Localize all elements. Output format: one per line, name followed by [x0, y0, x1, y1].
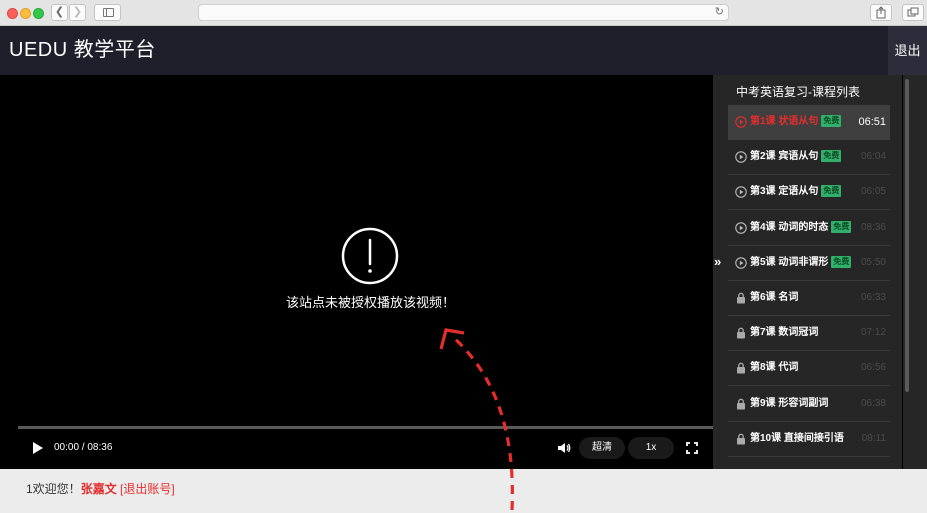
lesson-title: 第3课 定语从句 免费	[750, 185, 842, 198]
zoom-window-button[interactable]	[33, 8, 44, 19]
lesson-item[interactable]: 第1课 状语从句 免费 06:51	[728, 105, 890, 140]
lesson-title: 第10课 直接间接引语	[750, 432, 844, 444]
welcome-text: 1欢迎您！	[26, 482, 81, 496]
show-tabs-button[interactable]	[902, 4, 924, 21]
site-header: UEDU 教学平台 退出	[0, 26, 927, 75]
share-icon	[876, 6, 886, 19]
lesson-item[interactable]: 第2课 宾语从句 免费 06:04	[728, 140, 890, 176]
username: 张嘉文	[80, 482, 117, 496]
exclamation-circle-icon	[341, 227, 399, 285]
reload-icon[interactable]: ↻	[715, 5, 724, 20]
course-playlist: 中考英语复习-课程列表 第1课 状语从句 免费 06:51 第2课 宾语从句 免费 06:…	[728, 75, 902, 469]
sidebar-toggle-button[interactable]	[94, 4, 121, 21]
lock-icon	[737, 398, 745, 410]
double-chevron-right-icon: »	[714, 254, 722, 269]
lesson-item[interactable]: 第3课 定语从句 免费 06:05	[728, 175, 890, 211]
lesson-title: 第2课 宾语从句 免费	[750, 150, 842, 163]
scrollbar-thumb[interactable]	[905, 79, 909, 392]
lesson-title: 第1课 状语从句 免费	[750, 115, 842, 127]
lock-icon	[737, 363, 745, 374]
lesson-duration: 05:50	[860, 256, 886, 268]
lesson-duration: 06:56	[860, 362, 886, 374]
minimize-window-button[interactable]	[20, 8, 31, 19]
chevron-right-icon: ❯	[72, 6, 83, 18]
play-circle-icon	[735, 116, 747, 128]
lesson-item[interactable]: 第7课 数词冠词 07:12	[728, 316, 890, 352]
play-circle-icon	[735, 186, 747, 199]
forward-button[interactable]: ❯	[69, 4, 86, 21]
lesson-duration: 08:11	[861, 432, 886, 444]
free-badge: 免费	[821, 185, 842, 198]
lesson-item[interactable]: 第10课 直接间接引语 08:11	[728, 422, 890, 457]
logout-button[interactable]: 退出	[888, 26, 927, 75]
player-controls: 00:00 / 08:36 超清 1x	[18, 429, 713, 469]
lesson-item[interactable]: 第6课 名词 06:33	[728, 281, 890, 316]
browser-toolbar: ❮ ❯ ↻	[0, 0, 927, 26]
lesson-title: 第4课 动词的时态 免费	[750, 220, 852, 233]
lesson-item[interactable]: 第9课 形容词副词 06:38	[728, 387, 890, 422]
player-stage: 该站点未被授权播放该视频！ 00:00 / 08:36 超清 1x » 中考英语…	[0, 75, 927, 469]
lesson-item[interactable]: 第4课 动词的时态 免费 08:36	[728, 211, 890, 246]
lesson-item[interactable]: 第5课 动词非谓形 免费 05:50	[728, 246, 890, 281]
address-bar[interactable]: ↻	[198, 4, 729, 21]
speed-button[interactable]: 1x	[628, 437, 674, 459]
lesson-title: 第6课 名词	[750, 292, 799, 303]
welcome-bar: 1欢迎您！张嘉文 [退出账号]	[26, 481, 175, 497]
lock-icon	[737, 433, 745, 445]
play-circle-icon	[735, 151, 747, 163]
lesson-duration: 08:36	[860, 221, 886, 233]
playlist-title: 中考英语复习-课程列表	[736, 85, 860, 99]
free-badge: 免费	[821, 150, 842, 163]
play-circle-icon	[735, 257, 747, 269]
lock-icon	[737, 327, 745, 339]
fullscreen-icon[interactable]	[686, 442, 698, 454]
free-badge: 免费	[831, 255, 852, 268]
lesson-duration: 06:04	[860, 151, 886, 163]
lock-icon	[737, 292, 745, 304]
free-badge: 免费	[821, 115, 842, 127]
lesson-duration: 07:12	[860, 327, 886, 339]
volume-icon[interactable]	[557, 441, 571, 455]
sidebar-icon	[103, 8, 114, 17]
lesson-duration: 06:33	[860, 292, 886, 303]
tabs-icon	[907, 7, 919, 17]
back-button[interactable]: ❮	[51, 4, 68, 21]
playlist-collapse-button[interactable]: »	[713, 75, 728, 469]
playlist-scrollbar[interactable]	[903, 75, 927, 469]
time-display: 00:00 / 08:36	[54, 442, 113, 453]
close-window-button[interactable]	[7, 8, 18, 19]
chevron-left-icon: ❮	[54, 6, 65, 18]
lesson-title: 第8课 代词	[750, 362, 799, 374]
lesson-duration: 06:51	[858, 116, 886, 128]
lesson-title: 第9课 形容词副词	[750, 397, 829, 409]
lesson-duration: 06:05	[860, 186, 886, 198]
free-badge: 免费	[831, 220, 852, 233]
play-icon[interactable]	[32, 441, 44, 455]
lesson-title: 第5课 动词非谓形 免费	[750, 255, 852, 268]
quality-button[interactable]: 超清	[579, 437, 625, 459]
site-title: UEDU 教学平台	[9, 39, 156, 61]
share-button[interactable]	[870, 4, 892, 21]
lesson-duration: 06:38	[860, 397, 886, 409]
video-player[interactable]: 该站点未被授权播放该视频！ 00:00 / 08:36 超清 1x	[18, 75, 713, 469]
play-circle-icon	[735, 221, 747, 234]
lesson-title: 第7课 数词冠词	[750, 327, 819, 339]
error-message: 该站点未被授权播放该视频！	[285, 295, 455, 310]
logout-account-link[interactable]: [退出账号]	[120, 482, 175, 496]
lesson-item[interactable]: 第8课 代词 06:56	[728, 351, 890, 387]
